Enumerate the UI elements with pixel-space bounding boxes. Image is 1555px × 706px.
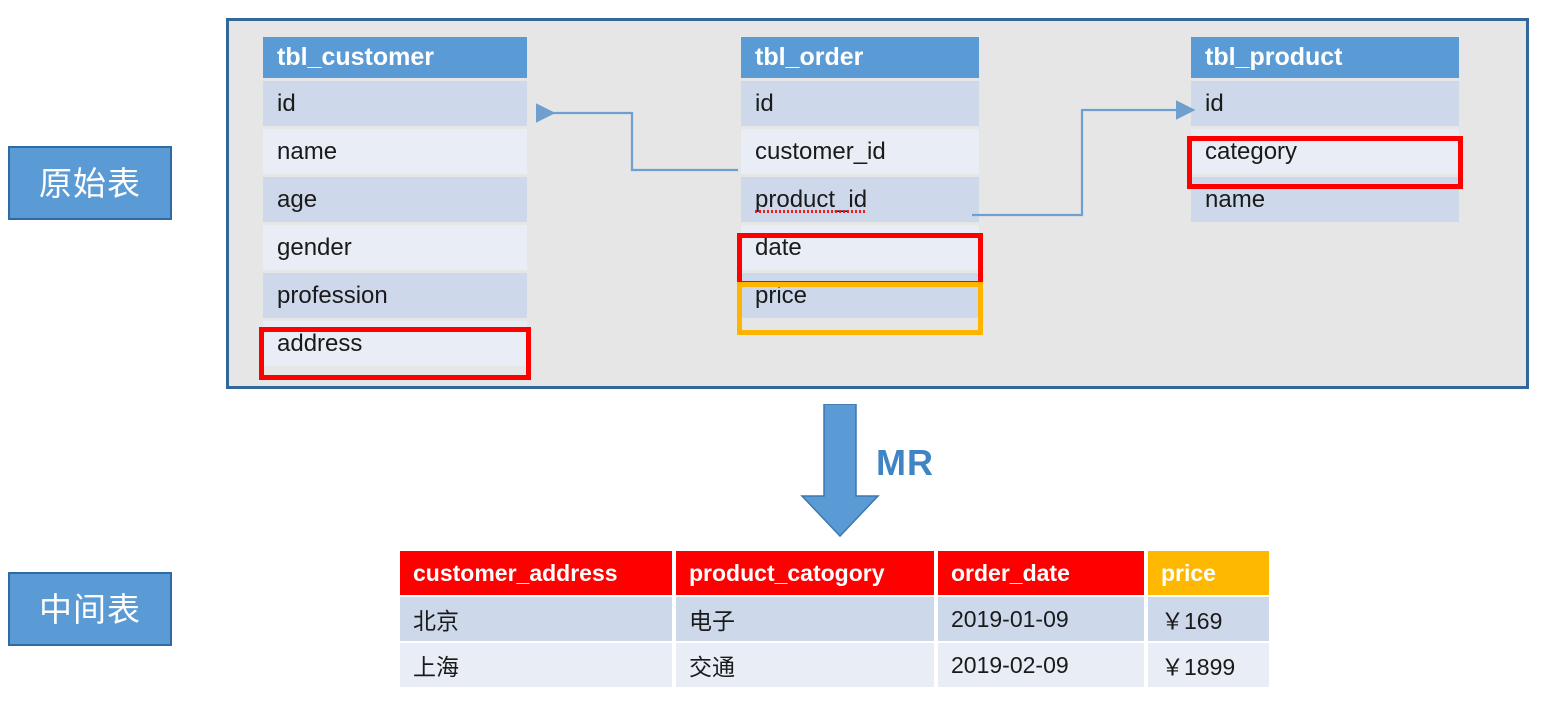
table-row: 北京 电子 2019-01-09 ￥169 — [400, 597, 1269, 641]
entity-column-product-pk-id[interactable]: id — [1191, 81, 1459, 126]
table-header-row: customer_address product_catogory order_… — [400, 551, 1269, 595]
cell-customer-address: 上海 — [400, 643, 672, 687]
entity-column-id[interactable]: id — [263, 81, 527, 126]
table-row: 上海 交通 2019-02-09 ￥1899 — [400, 643, 1269, 687]
entity-table-tbl-order: tbl_order id customer_id product_id date… — [741, 37, 979, 321]
stage-label-intermediate-table: 中间表 — [8, 572, 172, 646]
entity-column-age[interactable]: age — [263, 177, 527, 222]
entity-column-date[interactable]: date — [741, 225, 979, 270]
entity-column-price[interactable]: price — [741, 273, 979, 318]
entity-column-order-id[interactable]: id — [741, 81, 979, 126]
entity-table-header-tbl-customer: tbl_customer — [263, 37, 527, 78]
entity-table-tbl-customer: tbl_customer id name age gender professi… — [263, 37, 527, 369]
entity-column-profession[interactable]: profession — [263, 273, 527, 318]
entity-column-gender[interactable]: gender — [263, 225, 527, 270]
column-header-order-date[interactable]: order_date — [938, 551, 1144, 595]
entity-column-address[interactable]: address — [263, 321, 527, 366]
cell-product-catogory: 交通 — [676, 643, 934, 687]
entity-column-customer-id[interactable]: customer_id — [741, 129, 979, 174]
mapreduce-down-arrow — [800, 404, 880, 538]
intermediate-result-table: customer_address product_catogory order_… — [396, 549, 1273, 689]
cell-price: ￥169 — [1148, 597, 1269, 641]
stage-label-intermediate-text: 中间表 — [39, 590, 141, 628]
entity-table-header-tbl-product: tbl_product — [1191, 37, 1459, 78]
entity-column-product-id-text: product_id — [755, 177, 868, 222]
entity-column-name[interactable]: name — [263, 129, 527, 174]
column-header-product-catogory[interactable]: product_catogory — [676, 551, 934, 595]
entity-column-category[interactable]: category — [1191, 129, 1459, 174]
mapreduce-label: MR — [876, 442, 934, 483]
cell-price: ￥1899 — [1148, 643, 1269, 687]
cell-order-date: 2019-02-09 — [938, 643, 1144, 687]
column-header-customer-address[interactable]: customer_address — [400, 551, 672, 595]
stage-label-source-tables: 原始表 — [8, 146, 172, 220]
cell-order-date: 2019-01-09 — [938, 597, 1144, 641]
source-tables-container: tbl_customer id name age gender professi… — [226, 18, 1529, 389]
entity-table-header-tbl-order: tbl_order — [741, 37, 979, 78]
cell-customer-address: 北京 — [400, 597, 672, 641]
entity-column-product-name[interactable]: name — [1191, 177, 1459, 222]
entity-column-product-id[interactable]: product_id — [741, 177, 979, 222]
cell-product-catogory: 电子 — [676, 597, 934, 641]
stage-label-source-text: 原始表 — [39, 164, 141, 202]
column-header-price[interactable]: price — [1148, 551, 1269, 595]
entity-table-tbl-product: tbl_product id category name — [1191, 37, 1459, 225]
